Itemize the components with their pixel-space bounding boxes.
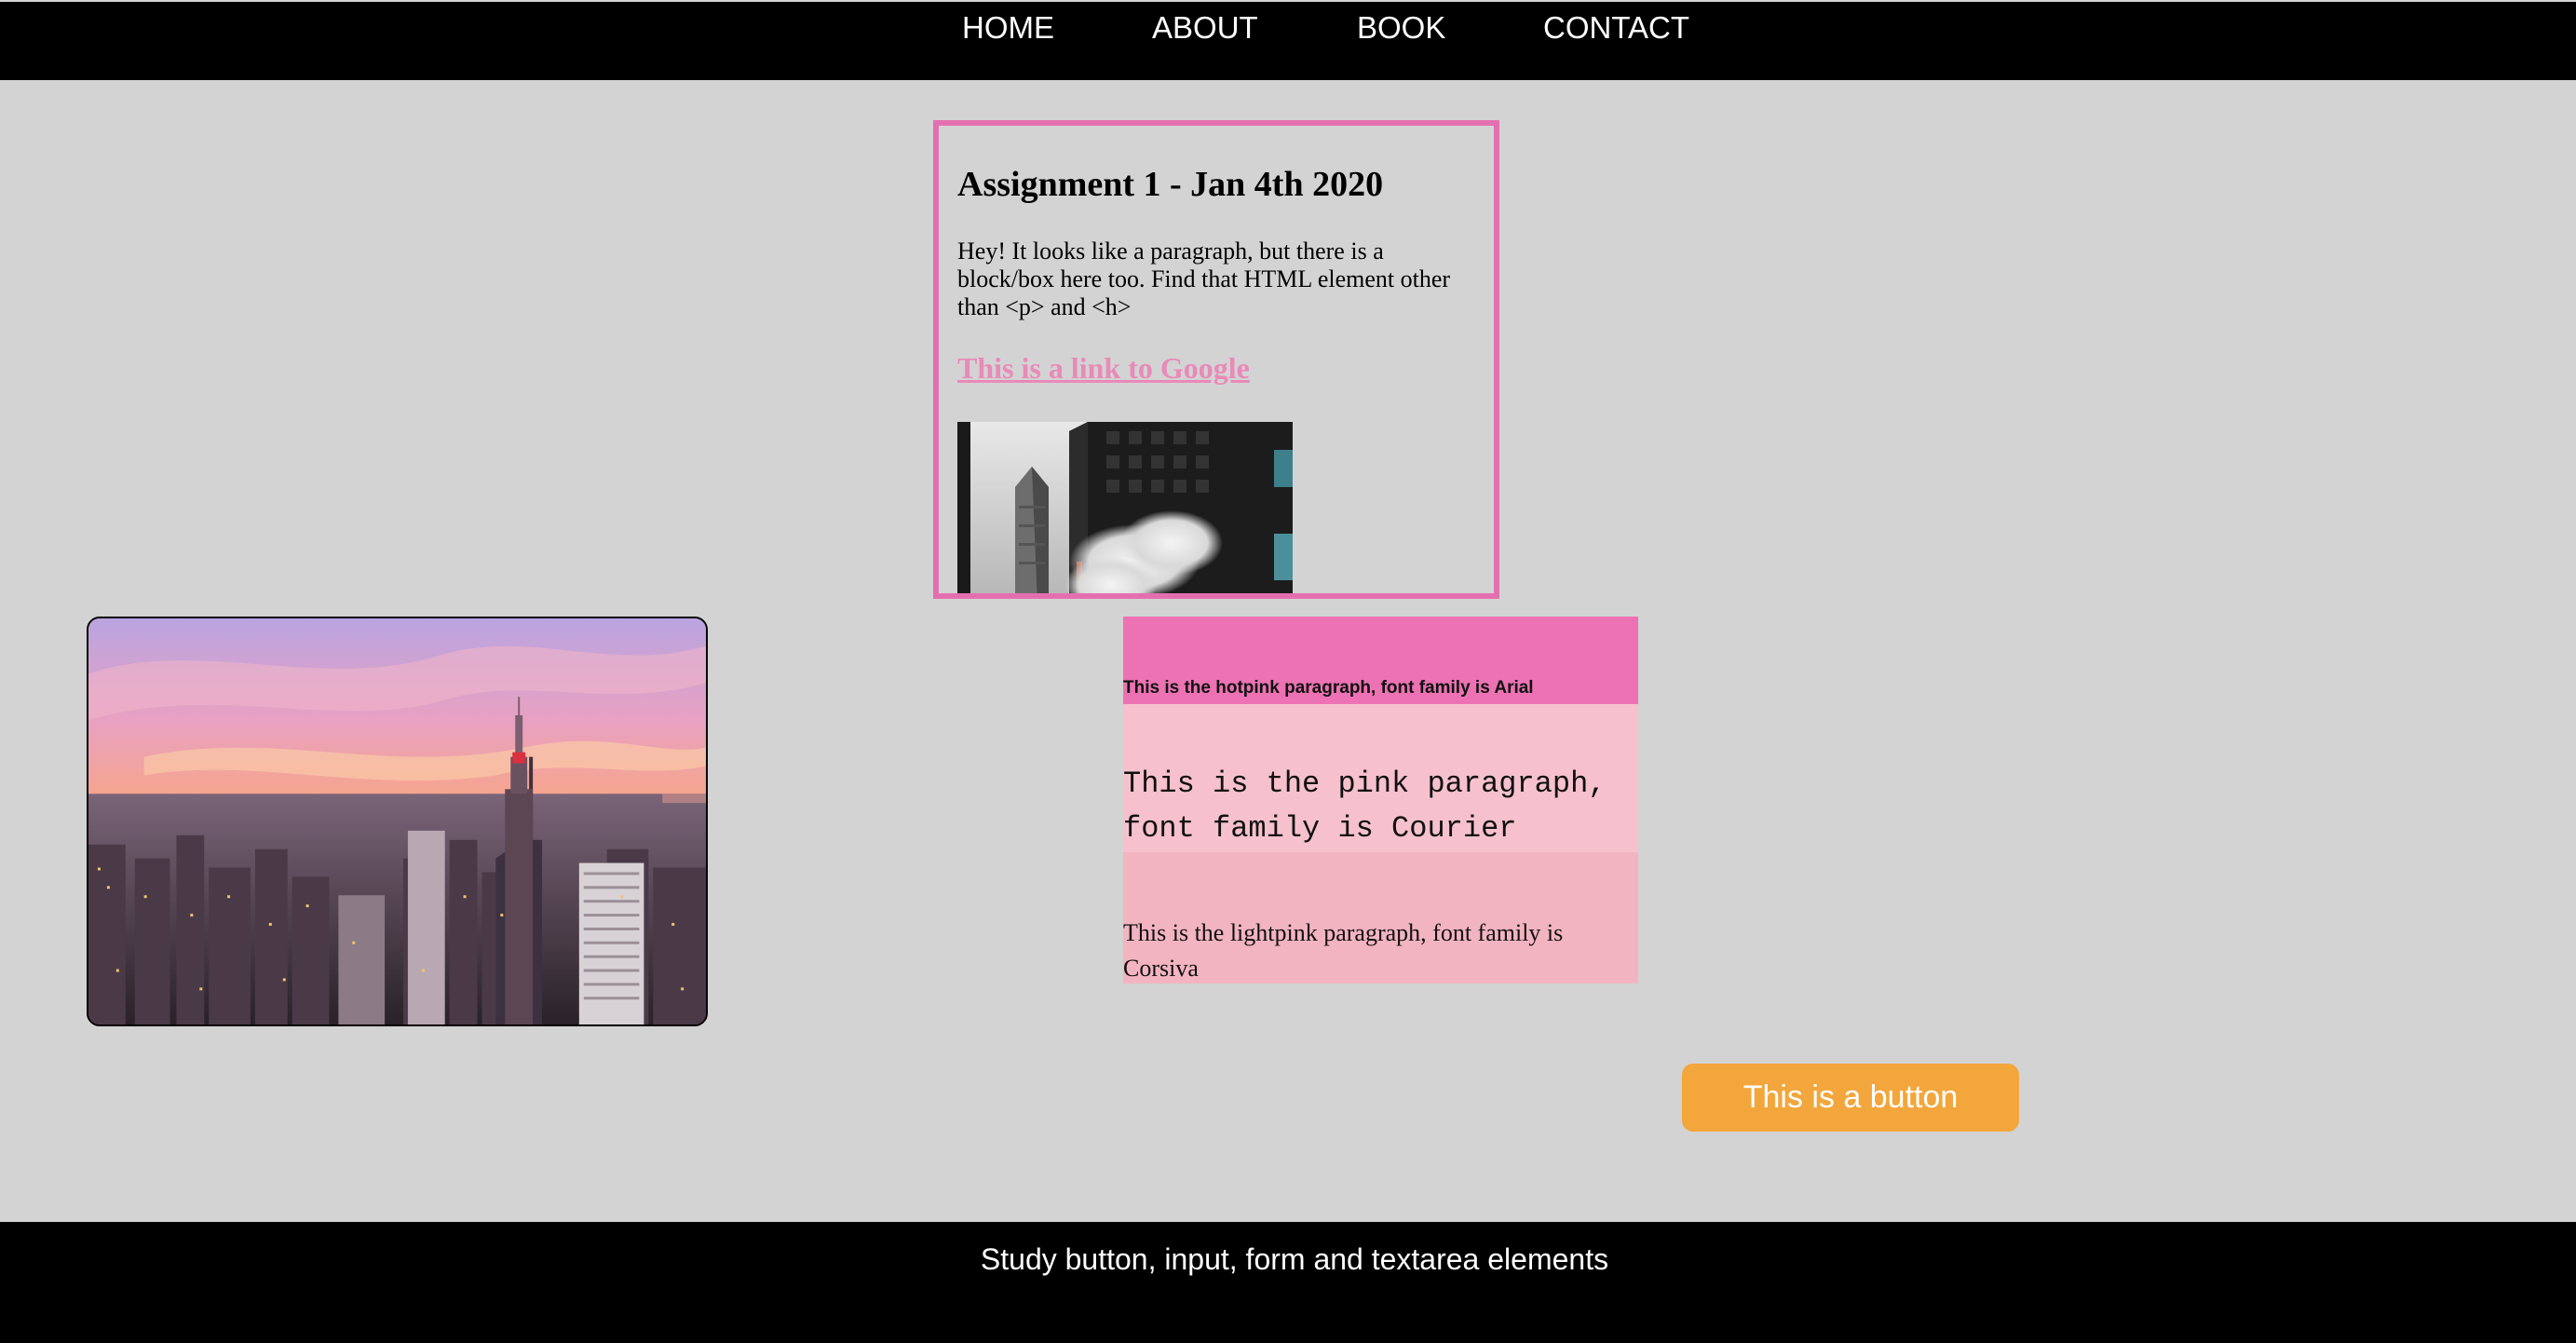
- footer: Study button, input, form and textarea e…: [0, 1222, 2576, 1343]
- nav-contact-link[interactable]: CONTACT: [1543, 9, 1689, 47]
- assignment-title: Assignment 1 - Jan 4th 2020: [957, 165, 1384, 204]
- footer-text: Study button, input, form and textarea e…: [980, 1242, 1609, 1276]
- google-link[interactable]: This is a link to Google: [957, 349, 1250, 387]
- demo-button[interactable]: This is a button: [1682, 1064, 2019, 1132]
- pink-paragraph: This is the pink paragraph, font family …: [1123, 704, 1638, 852]
- new-york-skyline-photo: [87, 617, 708, 1026]
- nav-about-link[interactable]: ABOUT: [1152, 9, 1258, 47]
- assignment-paragraph: Hey! It looks like a paragraph, but ther…: [957, 237, 1451, 320]
- city-street-photo: [957, 422, 1293, 593]
- nav-home-link[interactable]: HOME: [962, 9, 1054, 47]
- nav-book-link[interactable]: BOOK: [1357, 9, 1445, 47]
- hotpink-paragraph: This is the hotpink paragraph, font fami…: [1123, 617, 1638, 704]
- lightpink-paragraph: This is the lightpink paragraph, font fa…: [1123, 852, 1638, 984]
- top-nav: HOME ABOUT BOOK CONTACT: [0, 2, 2576, 80]
- assignment-card: Assignment 1 - Jan 4th 2020 Hey! It look…: [933, 120, 1499, 599]
